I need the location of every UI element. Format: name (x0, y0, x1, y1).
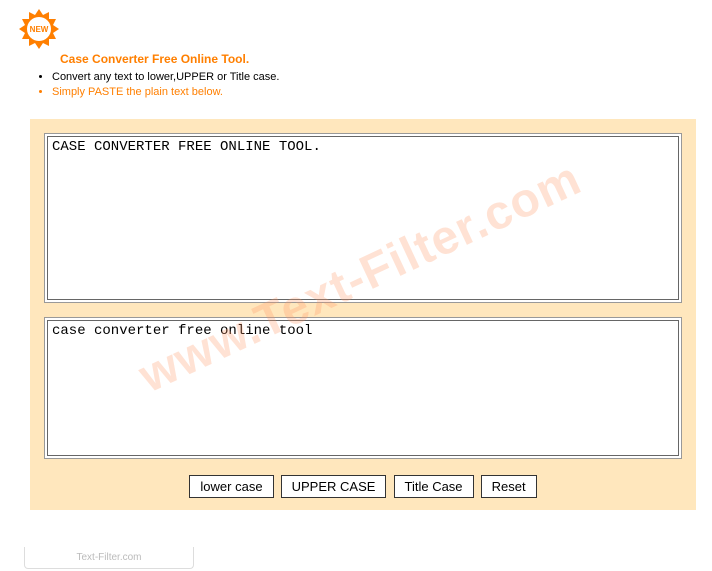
upper-case-button[interactable]: UPPER CASE (281, 475, 387, 498)
button-row: lower case UPPER CASE Title Case Reset (44, 473, 682, 502)
output-wrapper (44, 317, 682, 459)
input-wrapper (44, 133, 682, 303)
description-item: Convert any text to lower,UPPER or Title… (52, 70, 704, 85)
input-textarea[interactable] (47, 136, 679, 300)
converter-panel: lower case UPPER CASE Title Case Reset (30, 119, 696, 510)
description-item: Simply PASTE the plain text below. (52, 85, 704, 100)
title-case-button[interactable]: Title Case (394, 475, 474, 498)
footer-tab: Text-Filter.com (24, 547, 194, 569)
reset-button[interactable]: Reset (481, 475, 537, 498)
output-textarea[interactable] (47, 320, 679, 456)
new-badge-text: NEW (30, 25, 49, 34)
description-list: Convert any text to lower,UPPER or Title… (38, 70, 704, 101)
page-title: Case Converter Free Online Tool. (60, 52, 704, 66)
lower-case-button[interactable]: lower case (189, 475, 273, 498)
new-badge-icon: NEW (18, 8, 60, 50)
